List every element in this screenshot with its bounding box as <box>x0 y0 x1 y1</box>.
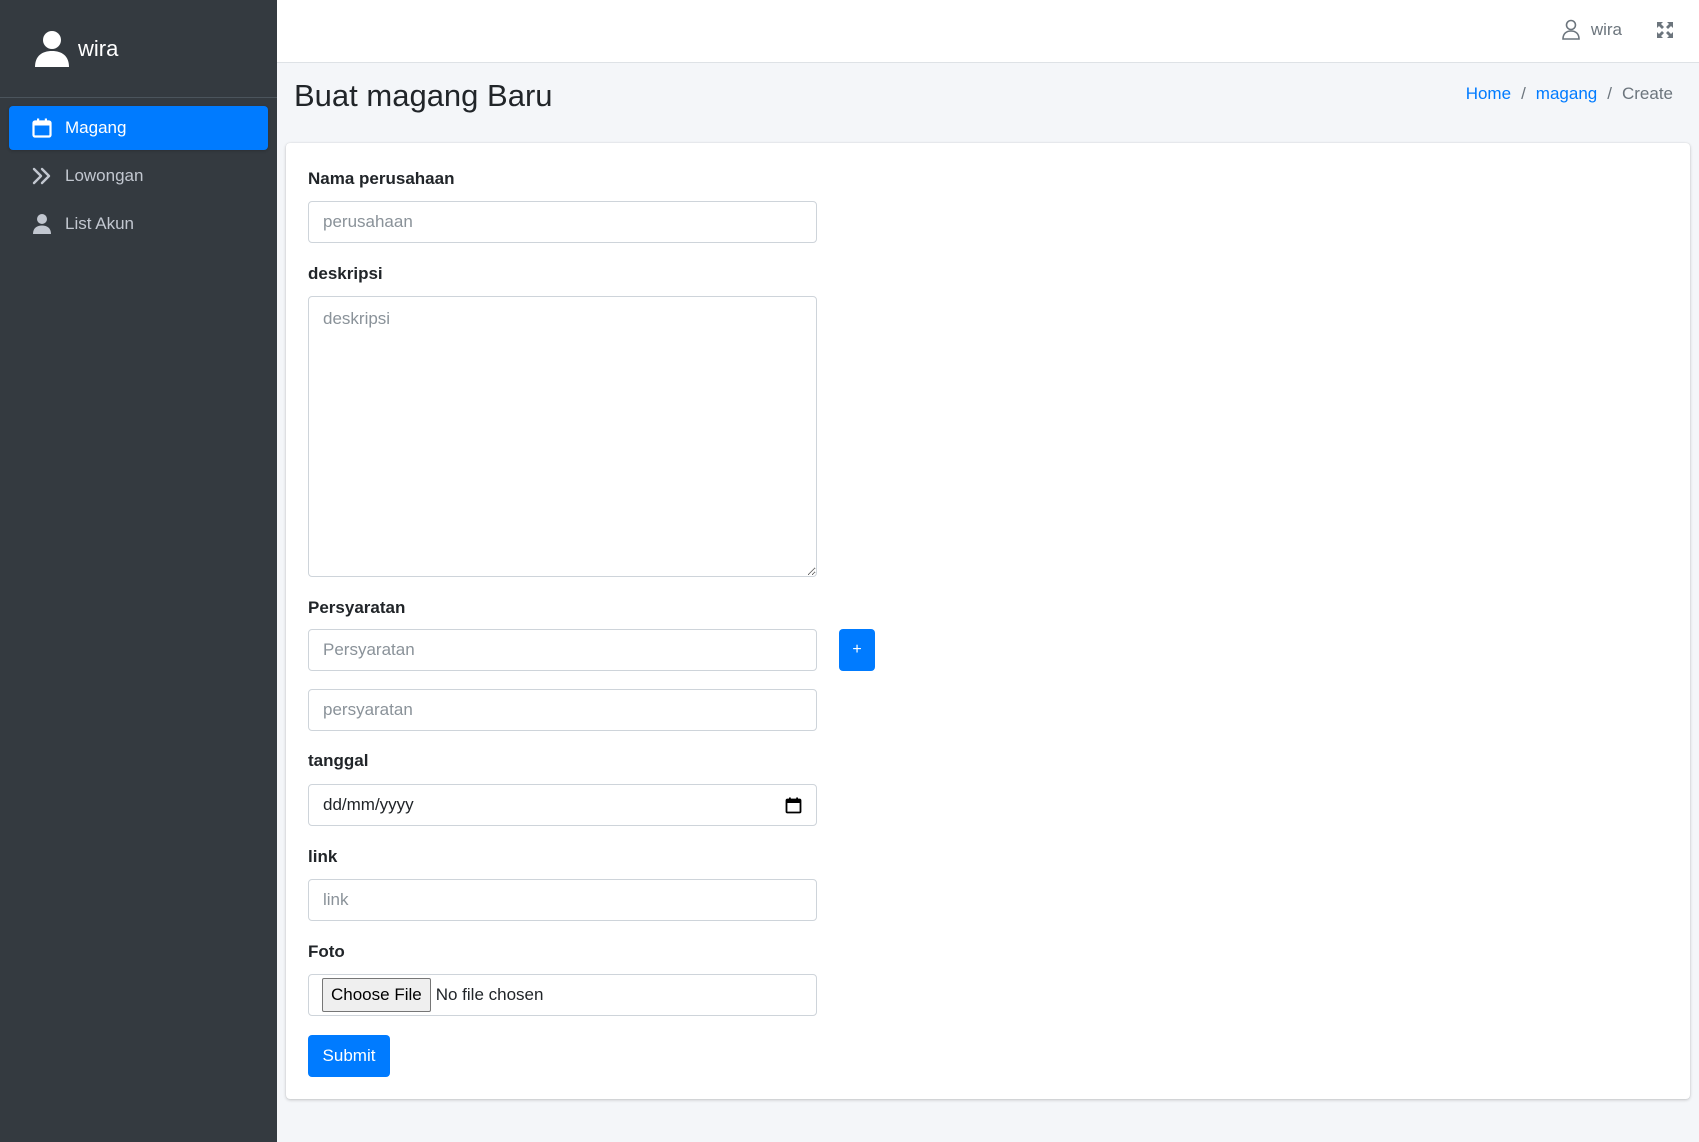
description-label: deskripsi <box>308 264 383 283</box>
form-card: Nama perusahaan deskripsi Persyaratan + … <box>286 143 1690 1099</box>
sidebar-item-list-akun[interactable]: List Akun <box>9 202 268 246</box>
sidebar-brand[interactable]: wira <box>0 0 277 98</box>
sidebar-item-label: Magang <box>65 118 127 137</box>
date-input-value: dd/mm/yyyy <box>323 795 414 814</box>
navbar-user-menu[interactable]: wira <box>1561 19 1622 40</box>
breadcrumb-current: Create <box>1621 84 1673 103</box>
date-input[interactable]: dd/mm/yyyy <box>308 784 817 826</box>
calendar-icon <box>32 118 52 138</box>
sidebar-item-label: Lowongan <box>65 166 144 185</box>
requirements-label: Persyaratan <box>308 598 406 617</box>
navbar-user-name: wira <box>1590 19 1622 39</box>
user-icon <box>33 214 51 234</box>
sidebar-item-lowongan[interactable]: Lowongan <box>9 154 268 198</box>
file-status-text: No file chosen <box>435 985 544 1004</box>
sidebar-item-label: List Akun <box>65 214 134 233</box>
company-label: Nama perusahaan <box>308 169 455 188</box>
breadcrumb-home-link[interactable]: Home <box>1466 84 1511 104</box>
sidebar-user-name: wira <box>78 35 119 61</box>
add-requirement-button[interactable]: + <box>839 629 875 671</box>
page-title: Buat magang Baru <box>294 78 553 113</box>
sidebar-item-magang[interactable]: Magang <box>9 106 268 150</box>
user-avatar-icon <box>35 30 69 67</box>
description-textarea[interactable] <box>308 296 817 577</box>
top-navbar: wira <box>277 0 1699 63</box>
user-outline-icon <box>1562 19 1580 40</box>
angles-right-icon <box>32 167 51 185</box>
photo-file-input: Choose File No file chosen <box>308 974 817 1016</box>
date-label: tanggal <box>308 751 369 770</box>
breadcrumb-separator: / <box>1521 84 1526 103</box>
photo-label: Foto <box>308 942 345 961</box>
sidebar: wira Magang Lowongan List Akun <box>0 0 277 1142</box>
breadcrumb-separator: / <box>1607 84 1612 103</box>
requirement-input-2[interactable] <box>308 689 817 731</box>
sidebar-nav: Magang Lowongan List Akun <box>0 98 277 258</box>
expand-icon[interactable] <box>1656 21 1674 39</box>
breadcrumb-magang-link[interactable]: magang <box>1536 84 1597 104</box>
link-input[interactable] <box>308 879 817 921</box>
submit-button[interactable]: Submit <box>308 1035 390 1077</box>
link-label: link <box>308 847 338 866</box>
company-input[interactable] <box>308 201 817 243</box>
choose-file-button[interactable]: Choose File <box>322 978 431 1012</box>
breadcrumb: Home / magang / Create <box>1466 84 1673 104</box>
calendar-picker-icon[interactable] <box>785 797 802 814</box>
requirement-input-1[interactable] <box>308 629 817 671</box>
